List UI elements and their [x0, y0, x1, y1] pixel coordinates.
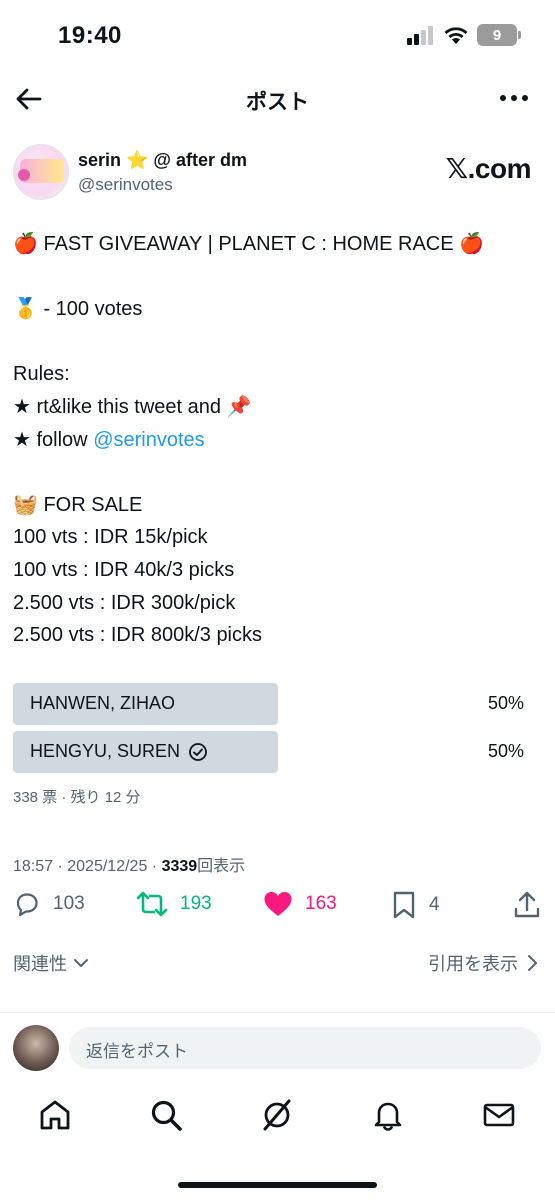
sale-line: 2.500 vts : IDR 800k/3 picks: [13, 624, 263, 647]
chevron-down-icon: [74, 959, 88, 967]
rule-line: ★ follow @serinvotes: [13, 424, 543, 457]
bookmark-count: 4: [429, 894, 440, 915]
heart-icon: [264, 892, 292, 916]
poll: HANWEN, ZIHAO 50% HENGYU, SUREN 50%: [13, 683, 543, 779]
poll-meta: 338 票 · 残り 12 分: [13, 789, 141, 806]
bookmark-icon: [393, 891, 415, 919]
view-count: 3339: [161, 858, 198, 875]
home-icon: [40, 1100, 70, 1130]
poll-option-percent: 50%: [487, 741, 524, 761]
sale-line: 100 vts : IDR 40k/3 picks: [13, 558, 235, 581]
author-name[interactable]: serin ⭐️ @ after dm: [78, 150, 247, 171]
reply-icon: [16, 893, 38, 917]
post-prize-line: 🥇 - 100 votes: [13, 298, 143, 321]
bookmark-button[interactable]: 4: [391, 890, 440, 920]
reply-filters: 関連性 引用を表示: [13, 950, 540, 978]
repost-button[interactable]: 193: [136, 890, 212, 918]
rules-heading: Rules:: [13, 363, 70, 386]
view-quotes-link[interactable]: 引用を表示: [428, 950, 540, 976]
poll-option-percent: 50%: [487, 693, 524, 713]
chevron-right-icon: [528, 955, 537, 971]
repost-icon: [136, 891, 168, 917]
reply-composer: 返信をポスト: [13, 1025, 543, 1071]
tab-messages[interactable]: [482, 1098, 516, 1132]
user-avatar[interactable]: [13, 1025, 59, 1071]
rule-line: ★ rt&like this tweet and 📌: [13, 395, 252, 418]
repost-count: 193: [180, 893, 212, 914]
author-avatar[interactable]: [13, 144, 69, 200]
signal-icon: [407, 26, 433, 45]
post-date: 18:57 · 2025/12/25 ·: [13, 858, 162, 875]
sale-heading: 🧺 FOR SALE: [13, 493, 143, 516]
like-count: 163: [305, 893, 337, 914]
view-quotes-label: 引用を表示: [428, 954, 518, 974]
share-button[interactable]: [513, 890, 541, 920]
mention-link[interactable]: @serinvotes: [93, 429, 204, 451]
grok-icon: [263, 1099, 291, 1131]
more-button[interactable]: [499, 86, 531, 110]
nav-header: ポスト: [0, 72, 555, 126]
back-arrow-icon: [16, 88, 42, 110]
status-bar: 19:40 9: [0, 0, 555, 70]
share-icon: [514, 891, 540, 918]
tab-home[interactable]: [38, 1098, 72, 1132]
reply-input[interactable]: 返信をポスト: [69, 1027, 541, 1069]
home-indicator: [178, 1182, 377, 1188]
bell-icon: [374, 1102, 402, 1131]
tab-notifications[interactable]: [371, 1098, 405, 1132]
post-timestamp: 18:57 · 2025/12/25 · 3339回表示: [13, 852, 245, 876]
divider: [0, 1012, 555, 1013]
view-label: 回表示: [197, 858, 246, 875]
reply-count: 103: [53, 893, 85, 914]
sale-line: 2.500 vts : IDR 300k/pick: [13, 591, 236, 614]
sort-dropdown[interactable]: 関連性: [13, 950, 91, 976]
post-author: serin ⭐️ @ after dm @serinvotes 𝕏.com: [13, 144, 543, 204]
mail-icon: [483, 1103, 515, 1127]
x-brand-logo: 𝕏.com: [445, 153, 532, 184]
post-title-line: 🍎 FAST GIVEAWAY | PLANET C : HOME RACE 🍎: [13, 233, 485, 255]
tab-search[interactable]: [149, 1098, 183, 1132]
selected-check-icon: [189, 742, 207, 761]
poll-option: HANWEN, ZIHAO 50%: [13, 683, 543, 725]
poll-option-label: HANWEN, ZIHAO: [30, 693, 176, 713]
battery-indicator: 9: [477, 24, 521, 46]
wifi-icon: [444, 27, 468, 44]
like-button[interactable]: 163: [263, 890, 337, 918]
reply-button[interactable]: 103: [13, 890, 85, 918]
more-icon: [500, 95, 528, 101]
action-bar: 103 193 163 4: [13, 890, 543, 926]
avatar-flower-shape: [18, 169, 30, 181]
sale-line: 100 vts : IDR 15k/pick: [13, 526, 208, 549]
back-button[interactable]: [14, 84, 46, 114]
tab-grok[interactable]: [260, 1098, 294, 1132]
search-icon: [151, 1100, 182, 1131]
sort-label: 関連性: [13, 954, 67, 974]
post-text: 🍎 FAST GIVEAWAY | PLANET C : HOME RACE 🍎…: [13, 228, 543, 652]
bottom-tab-bar: [0, 1098, 555, 1138]
author-handle[interactable]: @serinvotes: [78, 175, 173, 195]
status-time: 19:40: [58, 22, 122, 49]
page-title: ポスト: [246, 91, 309, 114]
poll-option: HENGYU, SUREN 50%: [13, 731, 543, 773]
poll-option-label: HENGYU, SUREN: [30, 741, 208, 762]
rule-text: ★ follow: [13, 428, 94, 451]
status-icons: 9: [407, 24, 521, 46]
